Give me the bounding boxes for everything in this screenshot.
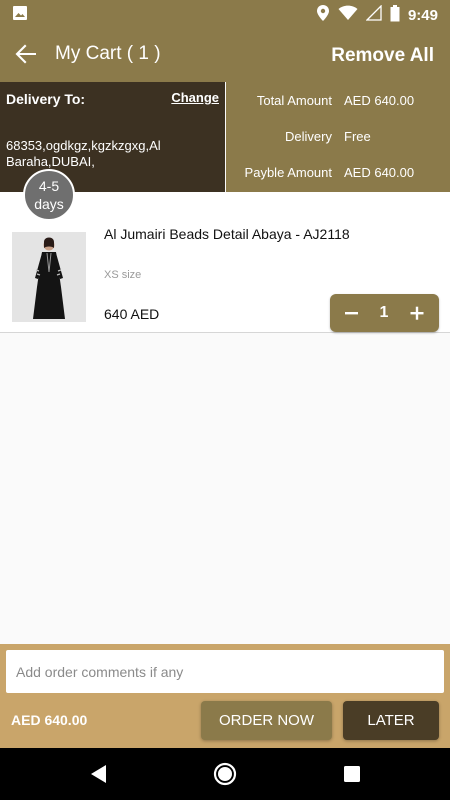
summary-value: AED 640.00 [344,165,415,180]
battery-icon [390,4,400,27]
app-toolbar: My Cart ( 1 ) Remove All [0,26,450,82]
summary-row-delivery: Delivery Free [226,129,450,147]
eta-number: 4-5 [38,178,60,194]
checkout-panel: AED 640.00 ORDER NOW LATER [0,644,450,748]
summary-key: Delivery [285,129,332,144]
status-icons: 9:49 [316,4,438,27]
cart-screen: 9:49 My Cart ( 1 ) Remove All Delivery T… [0,0,450,800]
delivery-eta-badge: 4-5 days [23,169,75,221]
arrow-back-icon[interactable] [12,40,40,68]
quantity-stepper: 1 [330,294,439,332]
summary-key: Total Amount [256,93,332,108]
signal-icon [365,4,382,26]
change-address-link[interactable]: Change [171,90,219,105]
remove-all-button[interactable]: Remove All [331,45,434,67]
cart-total: AED 640.00 [11,712,88,728]
product-image[interactable] [12,232,86,322]
image-icon [12,5,28,26]
page-title: My Cart ( 1 ) [55,43,161,64]
quantity-value: 1 [379,304,389,321]
order-info-row: Delivery To: Change 68353,ogdkgz,kgzkzgx… [0,82,450,192]
summary-row-total: Total Amount AED 640.00 [226,93,450,111]
price-summary: Total Amount AED 640.00 Delivery Free Pa… [226,82,450,192]
order-comment-input[interactable] [6,650,444,693]
summary-row-payable: Payble Amount AED 640.00 [226,165,450,183]
status-bar: 9:49 [0,0,450,26]
summary-key: Payble Amount [244,165,332,180]
nav-back-icon[interactable] [86,761,112,787]
later-button[interactable]: LATER [343,701,439,740]
delivery-address: 68353,ogdkgz,kgzkzgxg,Al Baraha,DUBAI, [6,138,161,169]
minus-icon[interactable] [342,301,362,325]
summary-value: Free [344,129,371,144]
order-now-button[interactable]: ORDER NOW [201,701,332,740]
eta-unit: days [34,196,64,212]
summary-value: AED 640.00 [344,93,415,108]
plus-icon[interactable] [407,301,427,325]
product-size: XS size [104,269,142,281]
product-name[interactable]: Al Jumairi Beads Detail Abaya - AJ2118 [104,226,350,242]
nav-home-icon[interactable] [212,761,238,787]
system-nav-bar [0,748,450,800]
nav-recents-icon[interactable] [339,761,365,787]
status-time: 9:49 [407,7,438,24]
location-icon [316,4,330,27]
wifi-icon [338,5,358,26]
product-price: 640 AED [104,306,160,322]
delivery-label: Delivery To: [6,91,86,107]
